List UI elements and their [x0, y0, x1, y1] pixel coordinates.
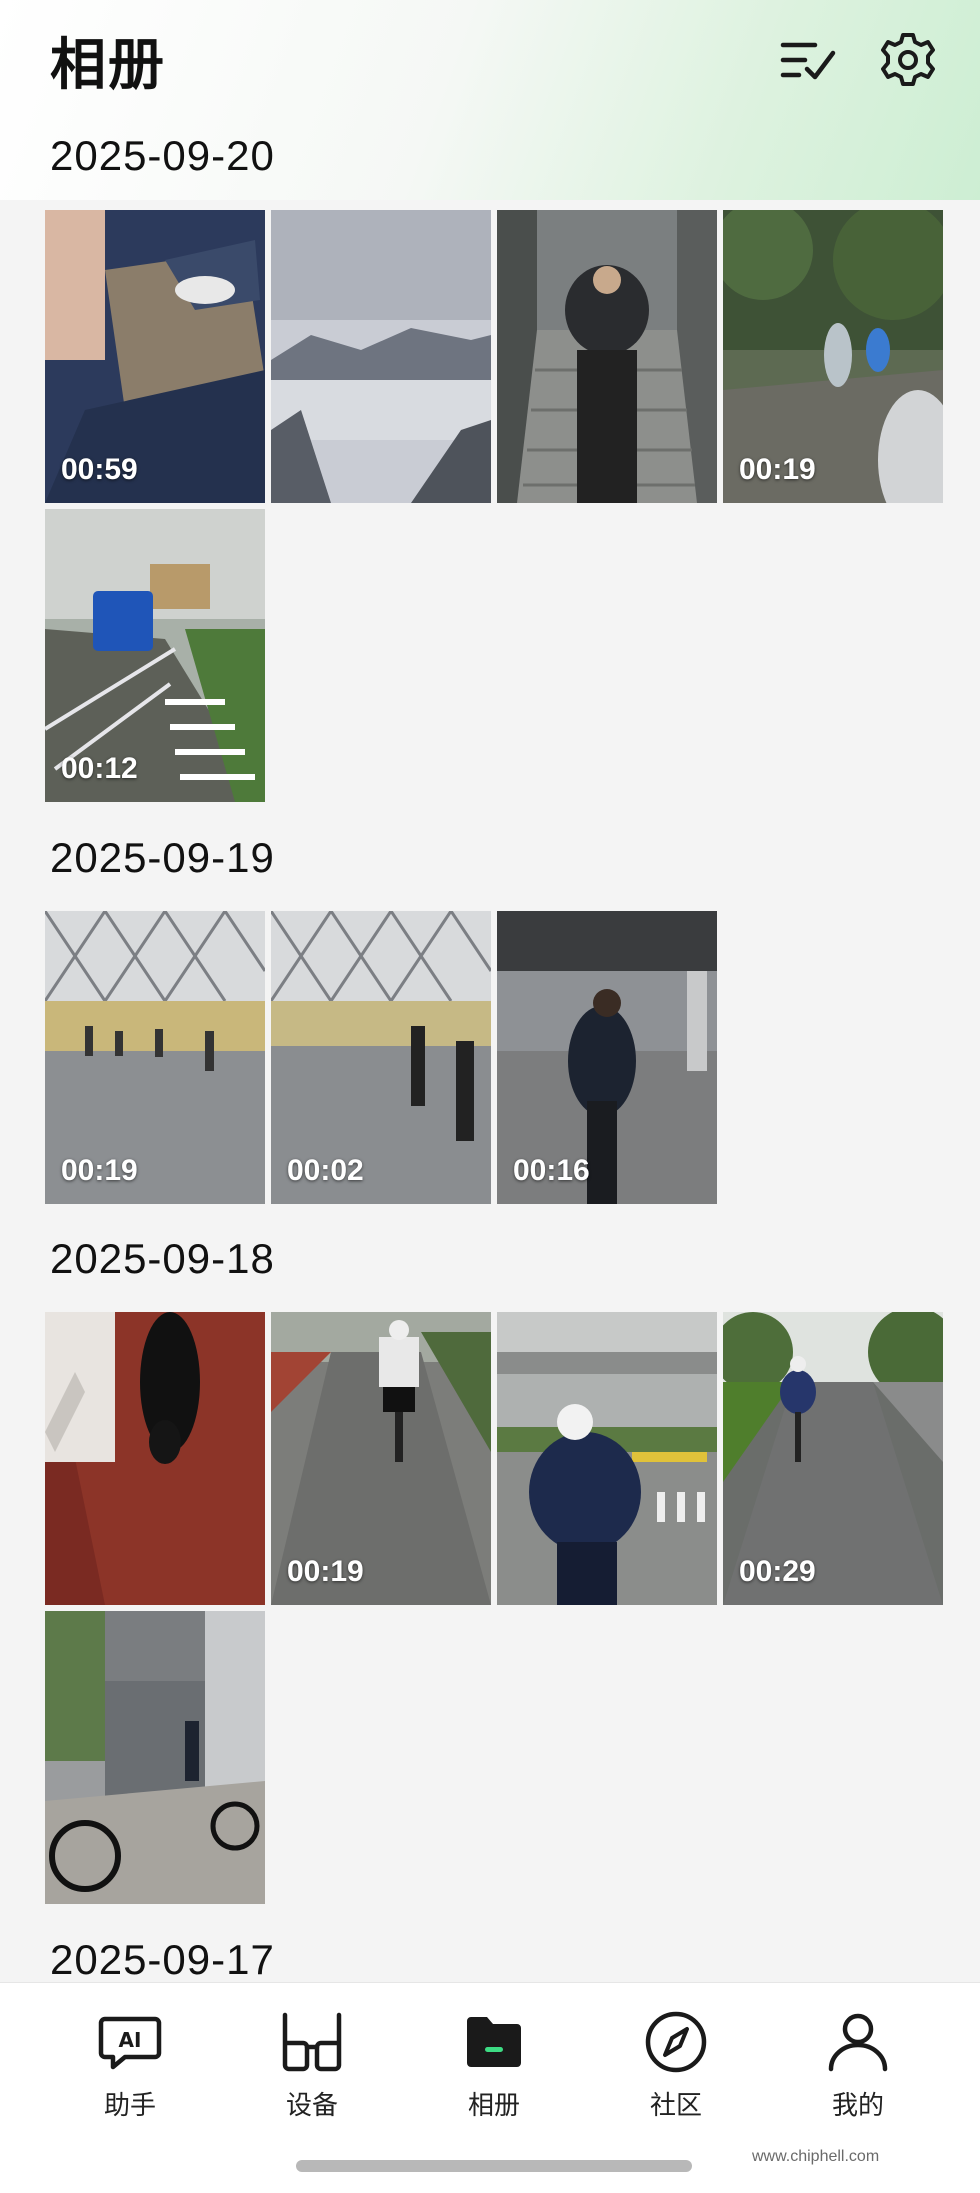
photo-mountain-clouds	[271, 210, 491, 503]
checklist-icon	[780, 42, 836, 80]
person-icon	[825, 2009, 891, 2075]
nav-label: 我的	[831, 2091, 884, 2121]
nav-label: 设备	[285, 2091, 338, 2121]
video-thumbnail[interactable]: 00:29	[723, 1312, 943, 1605]
photo-thumbnail[interactable]	[45, 1312, 265, 1605]
nav-label: 相册	[467, 2091, 520, 2121]
video-duration: 00:02	[287, 1154, 364, 1187]
settings-button[interactable]	[876, 28, 940, 92]
photo-thumbnail[interactable]	[497, 1312, 717, 1605]
album-scroll[interactable]: 2025-09-20 00:59 00:19 00:12 2025-09-19 …	[0, 120, 980, 1982]
multi-select-button[interactable]	[776, 28, 840, 92]
video-duration: 00:12	[61, 752, 138, 785]
photo-dog-floor	[45, 1312, 265, 1605]
photo-thumbnail[interactable]	[271, 210, 491, 503]
glasses-icon	[279, 2009, 345, 2075]
gear-icon	[881, 33, 935, 86]
watermark-text: www.chiphell.com	[752, 2148, 880, 2165]
date-heading: 2025-09-19	[50, 834, 275, 881]
video-thumbnail[interactable]: 00:19	[45, 911, 265, 1204]
folder-icon	[461, 2009, 527, 2075]
ai-assistant-icon: AI	[97, 2009, 163, 2075]
video-thumbnail[interactable]: 00:16	[497, 911, 717, 1204]
date-heading: 2025-09-17	[50, 1936, 275, 1982]
app-header: 相册	[0, 0, 980, 120]
video-duration: 00:19	[287, 1555, 364, 1588]
video-thumbnail[interactable]: 00:59	[45, 210, 265, 503]
date-heading: 2025-09-18	[50, 1235, 275, 1282]
video-duration: 00:19	[61, 1154, 138, 1187]
video-duration: 00:19	[739, 453, 816, 486]
video-duration: 00:29	[739, 1555, 816, 1588]
nav-item-device[interactable]: 设备	[242, 2009, 382, 2129]
nav-item-me[interactable]: 我的	[788, 2009, 928, 2129]
photo-bike-building	[45, 1611, 265, 1904]
date-heading: 2025-09-20	[50, 132, 275, 179]
svg-text:AI: AI	[119, 2028, 142, 2052]
compass-icon	[643, 2009, 709, 2075]
video-thumbnail[interactable]: 00:19	[723, 210, 943, 503]
video-duration: 00:16	[513, 1154, 590, 1187]
photo-stairs-hiker	[497, 210, 717, 503]
page-title: 相册	[50, 33, 166, 98]
nav-item-community[interactable]: 社区	[606, 2009, 746, 2129]
video-thumbnail[interactable]: 00:12	[45, 509, 265, 802]
photo-thumbnail[interactable]	[497, 210, 717, 503]
home-indicator[interactable]	[296, 2160, 692, 2172]
video-duration: 00:59	[61, 453, 138, 486]
photo-cyclist-bridge	[497, 1312, 717, 1605]
nav-label: 助手	[103, 2091, 156, 2121]
video-thumbnail[interactable]: 00:02	[271, 911, 491, 1204]
photo-thumbnail[interactable]	[45, 1611, 265, 1904]
nav-item-assistant[interactable]: AI 助手	[60, 2009, 200, 2129]
nav-item-album[interactable]: 相册	[424, 2009, 564, 2129]
video-thumbnail[interactable]: 00:19	[271, 1312, 491, 1605]
nav-label: 社区	[649, 2091, 702, 2121]
